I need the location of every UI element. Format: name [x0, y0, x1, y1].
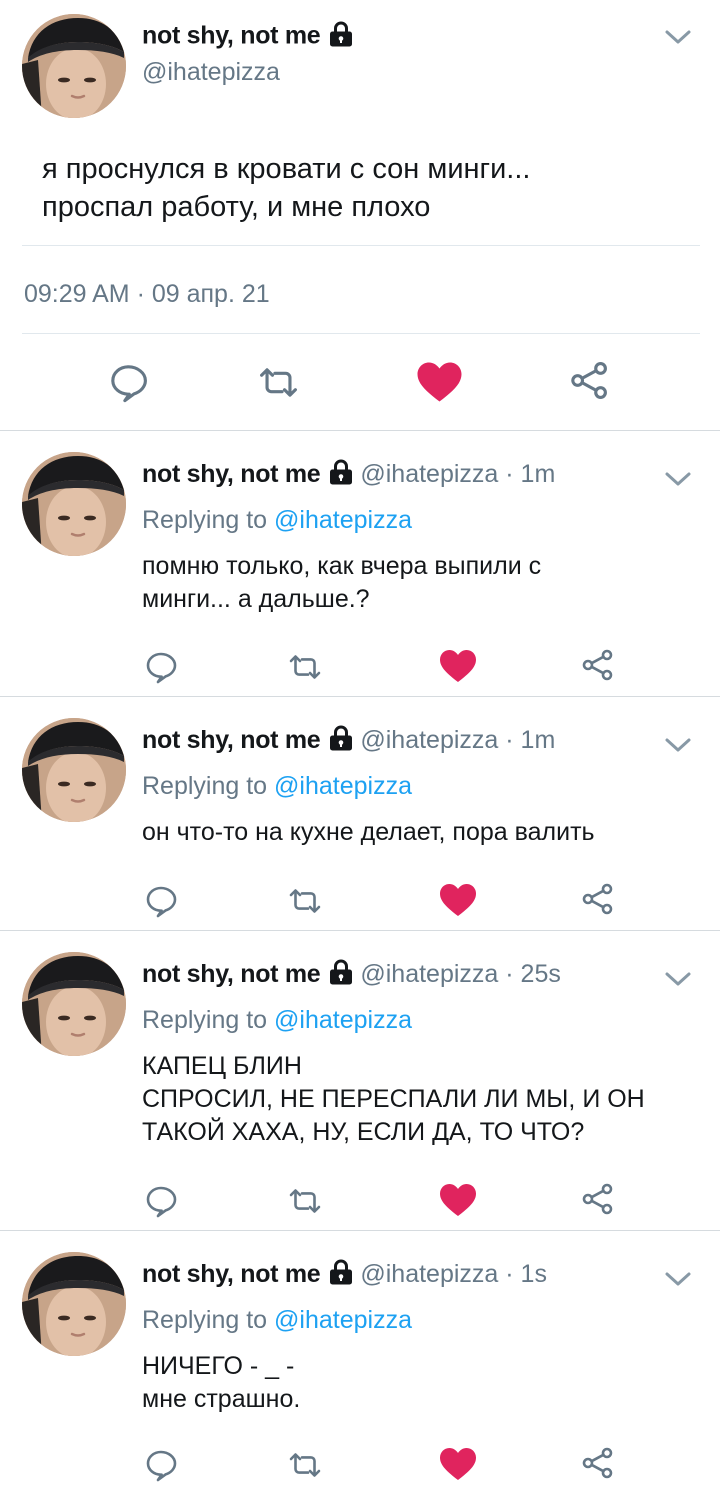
reply-tweet: not shy, not me @ihatepizza · 1m Replying… [0, 700, 720, 930]
avatar[interactable] [22, 14, 126, 118]
heart-icon[interactable] [438, 1446, 478, 1482]
reply-tweet: not shy, not me @ihatepizza · 25s Replyin… [0, 934, 720, 1230]
chevron-down-icon[interactable] [664, 470, 692, 488]
heart-icon[interactable] [438, 648, 478, 684]
share-icon[interactable] [580, 648, 614, 682]
tweet-age: 1m [520, 726, 556, 755]
heart-icon[interactable] [415, 360, 464, 404]
divider [0, 930, 720, 931]
chevron-down-icon[interactable] [664, 970, 692, 988]
tweet-age: 25s [520, 960, 561, 989]
divider [22, 333, 700, 334]
display-name[interactable]: not shy, not me [142, 1260, 321, 1288]
display-name[interactable]: not shy, not me [142, 460, 321, 488]
tweet-age: 1s [520, 1260, 547, 1289]
chevron-down-icon[interactable] [664, 736, 692, 754]
handle[interactable]: @ihatepizza [142, 58, 280, 87]
display-name[interactable]: not shy, not me [142, 726, 321, 754]
heart-icon[interactable] [438, 882, 478, 918]
retweet-icon[interactable] [258, 362, 299, 403]
tweet-thread: not shy, not me @ihatepizza я проснулся … [0, 0, 720, 1488]
handle[interactable]: @ihatepizza [360, 960, 498, 988]
tweet-text: я проснулся в кровати с сон минги... про… [42, 153, 531, 223]
lock-icon [328, 724, 354, 764]
reply-tweet: not shy, not me @ihatepizza · 1s Replying… [0, 1234, 720, 1488]
avatar[interactable] [22, 718, 126, 822]
replying-to-link[interactable]: @ihatepizza [274, 772, 412, 800]
handle[interactable]: @ihatepizza [360, 1260, 498, 1288]
replying-to-link[interactable]: @ihatepizza [274, 1006, 412, 1034]
tweet-text: НИЧЕГО - _ - мне страшно. [142, 1352, 301, 1413]
share-icon[interactable] [580, 882, 614, 916]
avatar[interactable] [22, 952, 126, 1056]
separator-dot: · [498, 960, 521, 989]
handle[interactable]: @ihatepizza [360, 460, 498, 488]
avatar[interactable] [22, 1252, 126, 1356]
speech-bubble-icon[interactable] [144, 650, 178, 684]
handle[interactable]: @ihatepizza [360, 726, 498, 754]
separator-dot: · [498, 460, 521, 489]
retweet-icon[interactable] [288, 884, 322, 918]
heart-icon[interactable] [438, 1182, 478, 1218]
replying-prefix: Replying to [142, 1306, 268, 1334]
replying-prefix: Replying to [142, 1006, 268, 1034]
tweet-age: 1m [520, 460, 556, 489]
separator-dot: · [498, 1260, 521, 1289]
replying-to-link[interactable]: @ihatepizza [274, 506, 412, 534]
chevron-down-icon[interactable] [664, 28, 692, 46]
replying-to-link[interactable]: @ihatepizza [274, 1306, 412, 1334]
divider [22, 245, 700, 246]
retweet-icon[interactable] [288, 1184, 322, 1218]
replying-prefix: Replying to [142, 506, 268, 534]
retweet-icon[interactable] [288, 650, 322, 684]
chevron-down-icon[interactable] [664, 1270, 692, 1288]
lock-icon [328, 20, 354, 59]
share-icon[interactable] [568, 360, 609, 401]
divider [0, 696, 720, 697]
speech-bubble-icon[interactable] [144, 1448, 178, 1482]
retweet-icon[interactable] [288, 1448, 322, 1482]
share-icon[interactable] [580, 1446, 614, 1480]
lock-icon [328, 1258, 354, 1298]
lock-icon [328, 958, 354, 998]
speech-bubble-icon[interactable] [144, 884, 178, 918]
tweet-timestamp: 09:29 AM · 09 апр. 21 [24, 280, 270, 308]
speech-bubble-icon[interactable] [144, 1184, 178, 1218]
tweet-text: КАПЕЦ БЛИН СПРОСИЛ, НЕ ПЕРЕСПАЛИ ЛИ МЫ, … [142, 1052, 645, 1146]
lock-icon [328, 458, 354, 498]
speech-bubble-icon[interactable] [108, 362, 149, 403]
separator-dot: · [498, 726, 521, 755]
share-icon[interactable] [580, 1182, 614, 1216]
replying-prefix: Replying to [142, 772, 268, 800]
tweet-text: он что-то на кухне делает, пора валить [142, 818, 595, 846]
divider [0, 1230, 720, 1231]
avatar[interactable] [22, 452, 126, 556]
display-name[interactable]: not shy, not me [142, 22, 321, 50]
divider [0, 430, 720, 431]
reply-tweet: not shy, not me @ihatepizza · 1m Replying… [0, 434, 720, 696]
display-name[interactable]: not shy, not me [142, 960, 321, 988]
tweet-text: помню только, как вчера выпили с минги..… [142, 552, 542, 613]
